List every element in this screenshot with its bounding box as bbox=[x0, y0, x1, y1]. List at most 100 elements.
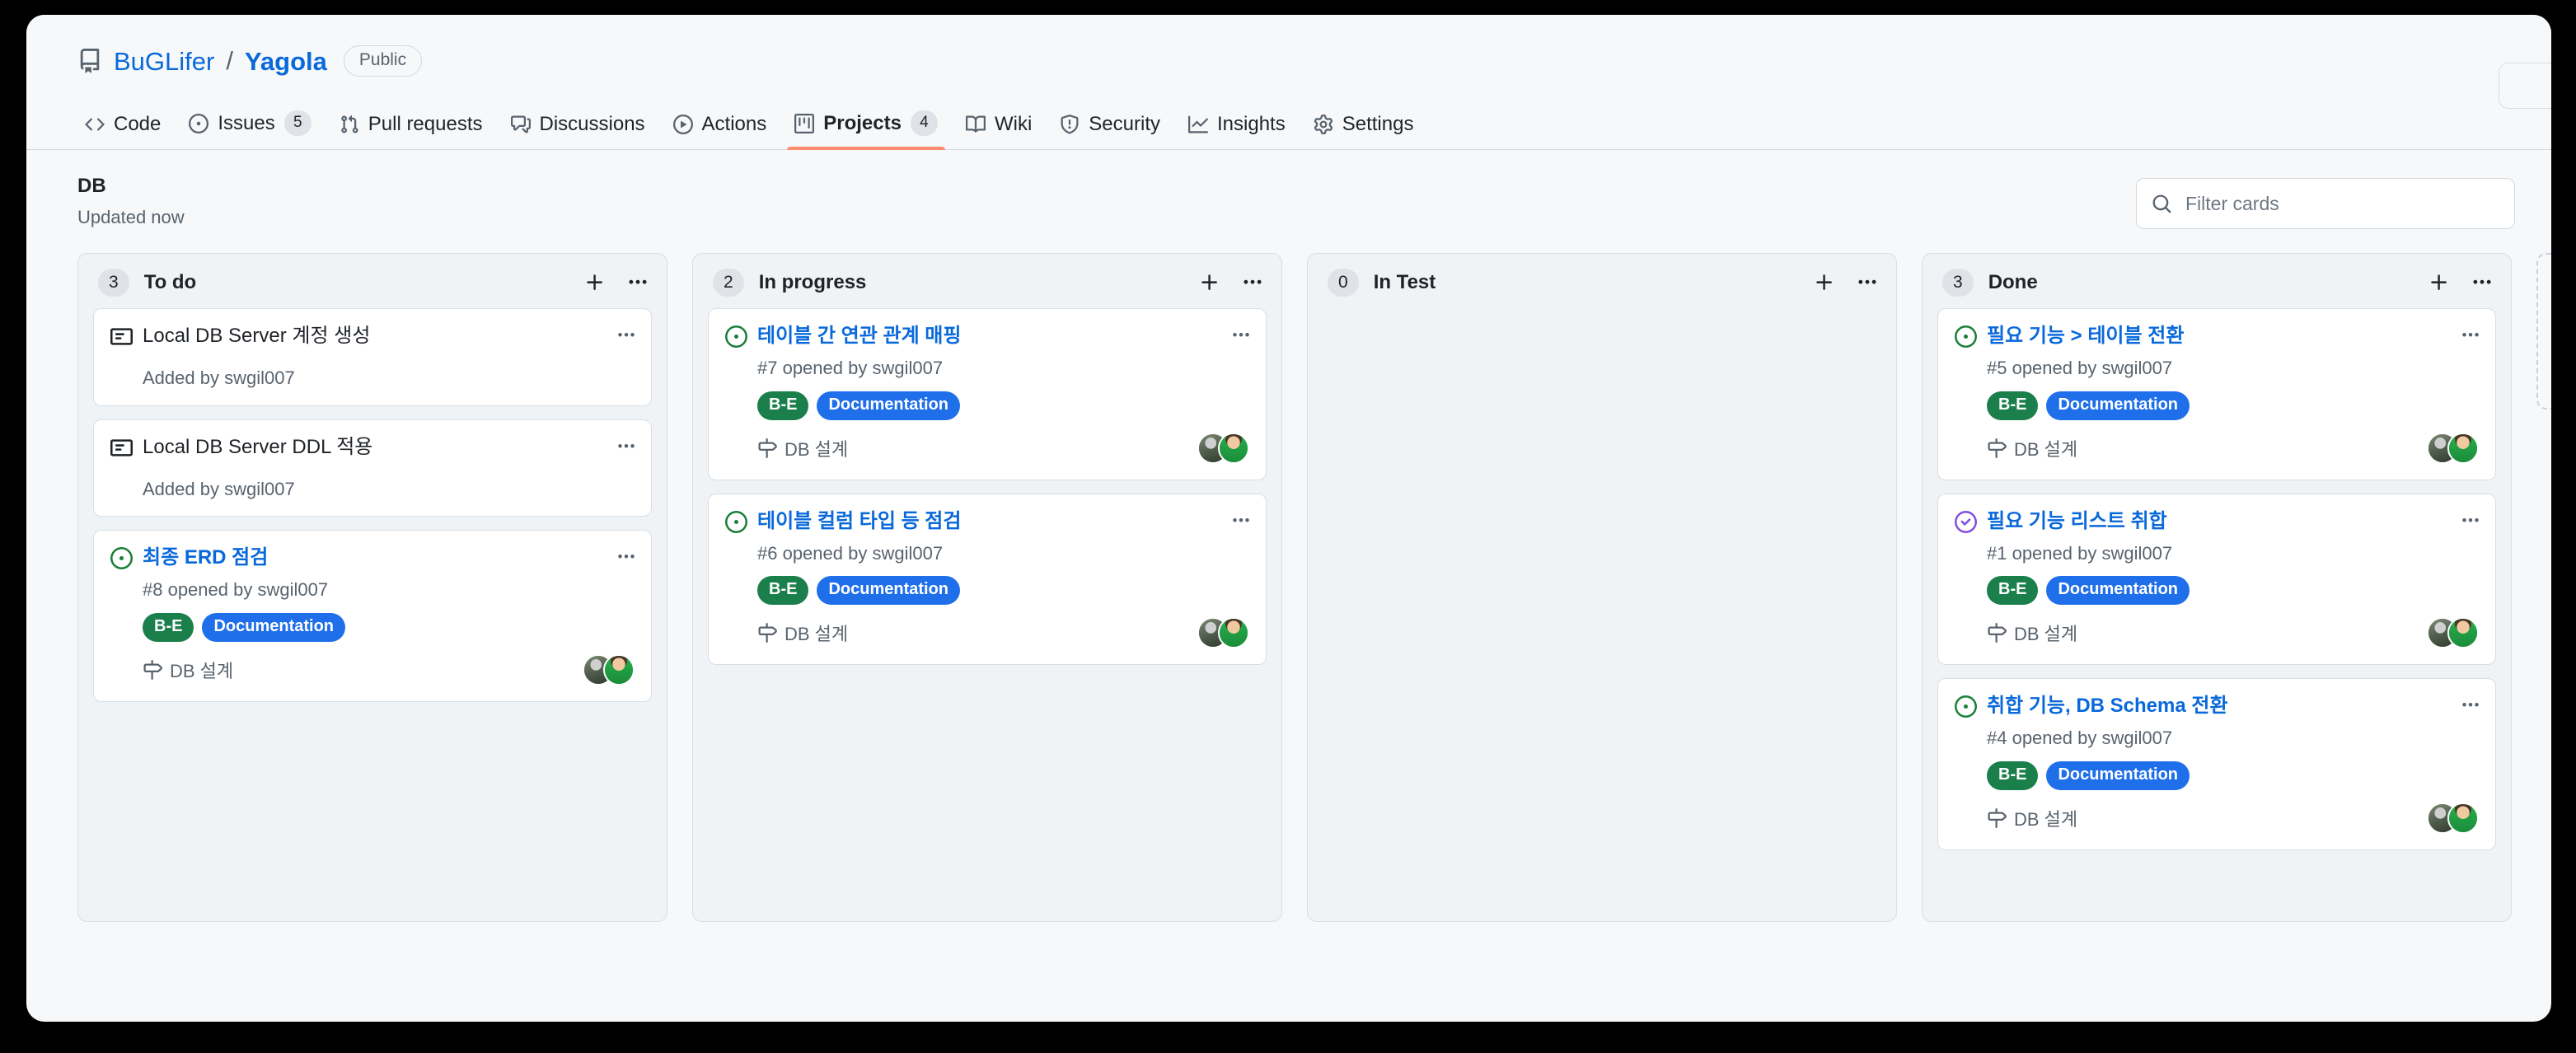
card-header: 테이블 컬럼 타입 등 점검 bbox=[725, 509, 1249, 534]
card-assignees[interactable] bbox=[583, 653, 635, 686]
nav-tab-security[interactable]: Security bbox=[1046, 113, 1174, 149]
card-title: 테이블 간 연관 관계 매핑 bbox=[757, 325, 962, 348]
board-card[interactable]: 테이블 간 연관 관계 매핑 #7 opened by swgil007 B-E… bbox=[708, 308, 1267, 480]
kebab-horizontal-icon[interactable] bbox=[2471, 272, 2493, 293]
board-card[interactable]: 취합 기능, DB Schema 전환 #4 opened by swgil00… bbox=[1937, 678, 2496, 850]
nav-tab-actions[interactable]: Actions bbox=[659, 113, 781, 149]
board-card[interactable]: 테이블 컬럼 타입 등 점검 #6 opened by swgil007 B-E… bbox=[708, 493, 1267, 666]
nav-tab-issues[interactable]: Issues 5 bbox=[175, 110, 325, 149]
card-milestone[interactable]: DB 설계 bbox=[1987, 805, 2077, 831]
kebab-horizontal-icon[interactable] bbox=[1857, 272, 1878, 293]
card-milestone[interactable]: DB 설계 bbox=[757, 620, 848, 646]
board-card[interactable]: 최종 ERD 점검 #8 opened by swgil007 B-E Docu… bbox=[93, 530, 652, 702]
card-footer: DB 설계 bbox=[1987, 802, 2479, 835]
label-chip[interactable]: Documentation bbox=[2046, 391, 2190, 420]
card-menu-icon[interactable] bbox=[2461, 511, 2480, 535]
card-menu-icon[interactable] bbox=[616, 325, 636, 349]
card-title: Local DB Server 계정 생성 bbox=[143, 325, 371, 348]
issue-opened-icon bbox=[1955, 325, 1977, 349]
repo-separator: / bbox=[226, 46, 233, 75]
column-header: 3 Done bbox=[1923, 254, 2511, 308]
nav-tab-security-label: Security bbox=[1089, 113, 1160, 135]
project-header: DB Updated now bbox=[26, 150, 2551, 230]
label-chip[interactable]: Documentation bbox=[2046, 760, 2190, 790]
nav-tab-settings-label: Settings bbox=[1342, 113, 1414, 135]
card-menu-icon[interactable] bbox=[2461, 325, 2480, 349]
nav-tab-settings[interactable]: Settings bbox=[1300, 113, 1428, 149]
card-footer: DB 설계 bbox=[757, 616, 1249, 649]
column-card-count: 3 bbox=[98, 268, 129, 297]
plus-icon[interactable] bbox=[1199, 272, 1220, 293]
plus-icon[interactable] bbox=[584, 272, 606, 293]
board-card[interactable]: Local DB Server 계정 생성 Added by swgil007 bbox=[93, 308, 652, 406]
issue-opened-icon bbox=[189, 113, 209, 133]
board-column-in-test: 0 In Test bbox=[1307, 252, 1897, 922]
repo-name-link[interactable]: Yagola bbox=[245, 49, 327, 74]
kebab-horizontal-icon[interactable] bbox=[627, 272, 649, 293]
nav-tab-pull-requests[interactable]: Pull requests bbox=[326, 113, 497, 149]
card-assignees[interactable] bbox=[2427, 802, 2479, 834]
filter-cards-box[interactable] bbox=[2136, 178, 2515, 229]
nav-tab-projects-count: 4 bbox=[910, 110, 938, 136]
card-assignees[interactable] bbox=[2427, 617, 2479, 649]
nav-tab-insights[interactable]: Insights bbox=[1174, 113, 1300, 149]
search-icon bbox=[2152, 194, 2172, 214]
nav-tab-code[interactable]: Code bbox=[71, 113, 175, 149]
card-menu-icon[interactable] bbox=[616, 437, 636, 461]
column-cards: Local DB Server 계정 생성 Added by swgil007 … bbox=[78, 308, 667, 717]
card-milestone[interactable]: DB 설계 bbox=[1987, 435, 2077, 461]
browser-window: BuGLifer / Yagola Public Code Issues 5 P… bbox=[26, 15, 2551, 1022]
project-title-group: DB Updated now bbox=[77, 173, 185, 230]
label-chip[interactable]: B-E bbox=[1987, 391, 2039, 420]
nav-tab-discussions[interactable]: Discussions bbox=[497, 113, 659, 149]
label-chip[interactable]: Documentation bbox=[817, 576, 961, 606]
card-assignees[interactable] bbox=[1197, 432, 1249, 464]
kebab-horizontal-icon[interactable] bbox=[1242, 272, 1263, 293]
card-milestone-label: DB 설계 bbox=[785, 624, 849, 645]
card-menu-icon[interactable] bbox=[616, 547, 636, 571]
card-milestone[interactable]: DB 설계 bbox=[1987, 620, 2077, 646]
nav-tab-wiki-label: Wiki bbox=[994, 113, 1033, 135]
label-chip[interactable]: Documentation bbox=[202, 612, 346, 642]
label-chip[interactable]: B-E bbox=[1987, 576, 2039, 606]
column-cards bbox=[1308, 308, 1896, 323]
label-chip[interactable]: B-E bbox=[1987, 760, 2039, 790]
card-labels: B-E Documentation bbox=[143, 612, 635, 642]
label-chip[interactable]: B-E bbox=[757, 391, 809, 420]
card-milestone[interactable]: DB 설계 bbox=[757, 435, 848, 461]
label-chip[interactable]: Documentation bbox=[2046, 576, 2190, 606]
card-header: 테이블 간 연관 관계 매핑 bbox=[725, 324, 1249, 349]
card-menu-icon[interactable] bbox=[1231, 325, 1251, 349]
nav-tab-issues-count: 5 bbox=[283, 110, 311, 136]
card-meta: Added by swgil007 bbox=[143, 478, 295, 499]
nav-tab-projects[interactable]: Projects 4 bbox=[780, 110, 952, 150]
column-card-count: 0 bbox=[1328, 268, 1359, 297]
header-overflow-button[interactable] bbox=[2499, 63, 2551, 109]
card-assignees[interactable] bbox=[1197, 617, 1249, 649]
board-card[interactable]: 필요 기능 리스트 취합 #1 opened by swgil007 B-E D… bbox=[1937, 493, 2496, 666]
board-card[interactable]: Local DB Server DDL 적용 Added by swgil007 bbox=[93, 419, 652, 517]
repo-breadcrumb: BuGLifer / Yagola Public bbox=[26, 40, 2551, 82]
plus-icon[interactable] bbox=[2428, 272, 2450, 293]
project-board: 3 To do Local DB Server 계정 생성 Added by s… bbox=[26, 230, 2551, 922]
card-assignees[interactable] bbox=[2427, 432, 2479, 464]
card-menu-icon[interactable] bbox=[1231, 511, 1251, 535]
repo-owner-link[interactable]: BuGLifer bbox=[114, 49, 214, 74]
milestone-icon bbox=[143, 659, 162, 680]
card-labels: B-E Documentation bbox=[1987, 391, 2479, 420]
code-icon bbox=[85, 115, 105, 134]
card-header: 필요 기능 > 테이블 전환 bbox=[1955, 324, 2479, 349]
card-footer: DB 설계 bbox=[757, 432, 1249, 465]
label-chip[interactable]: B-E bbox=[757, 576, 809, 606]
label-chip[interactable]: Documentation bbox=[817, 391, 961, 420]
label-chip[interactable]: B-E bbox=[143, 612, 194, 642]
card-menu-icon[interactable] bbox=[2461, 695, 2480, 719]
board-card[interactable]: 필요 기능 > 테이블 전환 #5 opened by swgil007 B-E… bbox=[1937, 308, 2496, 480]
column-card-count: 3 bbox=[1942, 268, 1974, 297]
nav-tab-wiki[interactable]: Wiki bbox=[952, 113, 1046, 149]
nav-tab-projects-label: Projects bbox=[823, 111, 902, 134]
plus-icon[interactable] bbox=[1814, 272, 1835, 293]
search-input[interactable] bbox=[2185, 192, 2499, 215]
add-column-placeholder[interactable] bbox=[2536, 252, 2551, 410]
card-milestone[interactable]: DB 설계 bbox=[143, 657, 233, 683]
